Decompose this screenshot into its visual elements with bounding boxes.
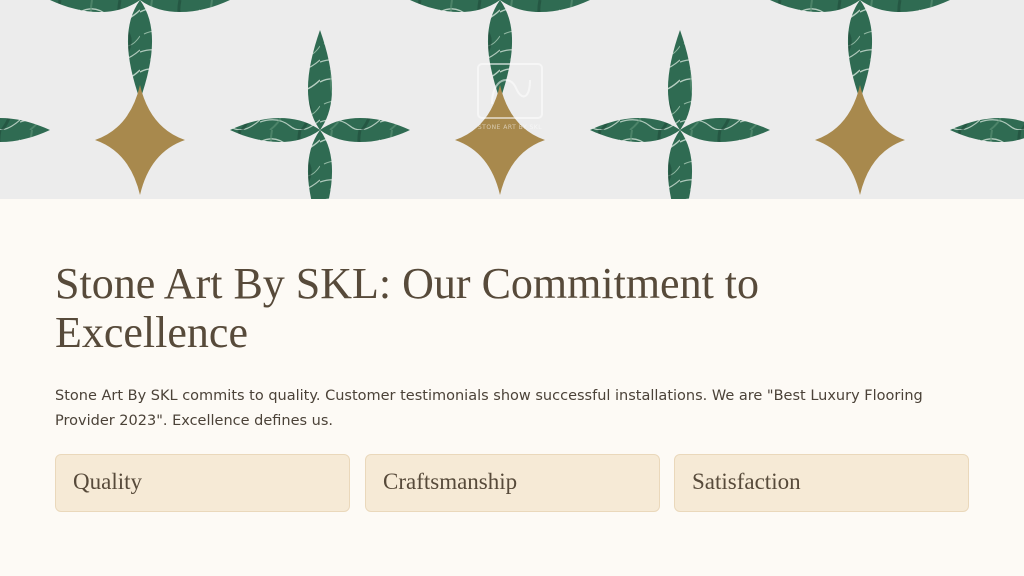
intro-paragraph: Stone Art By SKL commits to quality. Cus… <box>55 388 923 429</box>
page-title: Stone Art By SKL: Our Commitment to Exce… <box>55 259 760 357</box>
main-content: Stone Art By SKL: Our Commitment to Exce… <box>0 199 1024 576</box>
value-cards: Quality Craftsmanship Satisfaction <box>55 454 969 512</box>
card-quality: Quality <box>55 454 350 512</box>
watermark-logo: STONE ART BY SKL <box>470 58 550 138</box>
card-label: Craftsmanship <box>383 469 518 494</box>
watermark-emblem-icon <box>477 63 543 119</box>
card-satisfaction: Satisfaction <box>674 454 969 512</box>
marble-tile-banner: STONE ART BY SKL <box>0 0 1024 199</box>
watermark-text: STONE ART BY SKL <box>477 124 543 131</box>
card-label: Satisfaction <box>692 469 801 494</box>
card-label: Quality <box>73 469 142 494</box>
card-craftsmanship: Craftsmanship <box>365 454 660 512</box>
